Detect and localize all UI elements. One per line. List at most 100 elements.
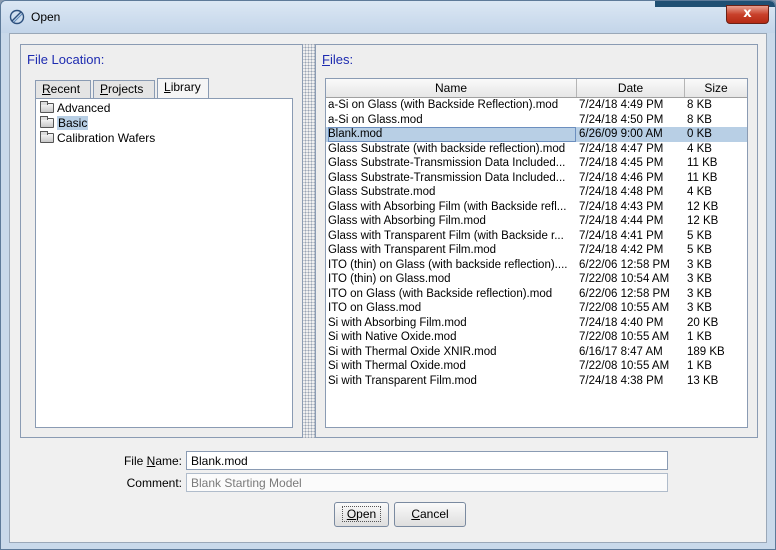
table-row[interactable]: a-Si on Glass.mod 7/24/18 4:50 PM 8 KB <box>326 113 747 128</box>
folder-icon <box>40 116 54 128</box>
size-cell: 4 KB <box>687 142 712 155</box>
file-name-input[interactable] <box>186 451 668 470</box>
table-row[interactable]: Si with Native Oxide.mod 7/22/08 10:55 AM… <box>326 330 747 345</box>
name-cell: Blank.mod <box>328 127 576 142</box>
table-row[interactable]: ITO on Glass (with Backside reflection).… <box>326 287 747 302</box>
tree-item-basic[interactable]: Basic <box>40 116 89 131</box>
date-cell: 7/24/18 4:47 PM <box>579 142 664 155</box>
table-row[interactable]: Glass Substrate.mod 7/24/18 4:48 PM 4 KB <box>326 185 747 200</box>
size-cell: 13 KB <box>687 374 719 387</box>
table-row[interactable]: ITO on Glass.mod 7/22/08 10:55 AM 3 KB <box>326 301 747 316</box>
name-cell: Glass Substrate-Transmission Data Includ… <box>328 157 566 169</box>
name-cell: Glass with Transparent Film.mod <box>328 244 497 256</box>
table-row[interactable]: Si with Thermal Oxide XNIR.mod 6/16/17 8:… <box>326 345 747 360</box>
name-cell: Si with Thermal Oxide.mod <box>328 360 466 372</box>
table-row[interactable]: Glass Substrate-Transmission Data Includ… <box>326 171 747 186</box>
name-cell: Glass with Absorbing Film (with Backside… <box>328 200 567 213</box>
date-cell: 7/22/08 10:55 AM <box>579 360 670 372</box>
name-cell: a-Si on Glass.mod <box>328 113 423 126</box>
date-cell: 7/24/18 4:45 PM <box>579 157 664 169</box>
date-cell: 7/22/08 10:55 AM <box>579 331 670 343</box>
close-icon: x <box>743 6 752 21</box>
date-cell: 6/22/06 12:58 PM <box>579 258 670 271</box>
window-title: Open <box>31 10 61 24</box>
table-row[interactable]: Glass with Transparent Film.mod 7/24/18 4… <box>326 243 747 258</box>
name-cell: ITO on Glass (with Backside reflection).… <box>328 287 553 300</box>
comment-input[interactable] <box>186 473 668 492</box>
size-cell: 11 KB <box>687 171 718 184</box>
tab-library[interactable]: Library <box>157 78 209 99</box>
table-row[interactable]: a-Si on Glass (with Backside Reflection)… <box>326 98 747 113</box>
size-cell: 12 KB <box>687 200 719 213</box>
name-cell: Glass with Absorbing Film.mod <box>328 215 486 227</box>
table-row[interactable]: Blank.mod 6/26/09 9:00 AM 0 KB <box>326 127 747 142</box>
size-cell: 1 KB <box>687 331 712 343</box>
date-cell: 7/22/08 10:55 AM <box>579 302 670 314</box>
size-cell: 0 KB <box>687 128 712 140</box>
table-row[interactable]: ITO (thin) on Glass.mod 7/22/08 10:54 AM 3… <box>326 272 747 287</box>
open-button[interactable]: Open <box>334 502 389 527</box>
name-cell: Si with Thermal Oxide XNIR.mod <box>328 345 497 358</box>
tree-item-advanced[interactable]: Advanced <box>40 101 110 116</box>
table-row[interactable]: Si with Absorbing Film.mod 7/24/18 4:40 P… <box>326 316 747 331</box>
size-cell: 20 KB <box>687 316 719 329</box>
name-cell: Glass Substrate (with backside reflectio… <box>328 142 566 155</box>
file-name-label: File Name: <box>123 454 182 468</box>
size-cell: 1 KB <box>687 360 712 372</box>
size-cell: 8 KB <box>687 99 712 111</box>
name-cell: ITO (thin) on Glass (with backside refle… <box>328 258 568 271</box>
column-header-name[interactable]: Name <box>326 79 577 97</box>
close-button[interactable]: x <box>726 5 769 24</box>
name-cell: Si with Absorbing Film.mod <box>328 316 467 329</box>
files-label: Files: <box>322 52 354 67</box>
pane-splitter[interactable] <box>303 44 315 438</box>
table-row[interactable]: Glass with Absorbing Film.mod 7/24/18 4:4… <box>326 214 747 229</box>
size-cell: 3 KB <box>687 273 712 285</box>
size-cell: 3 KB <box>687 258 712 271</box>
tab-projects[interactable]: Projects <box>93 80 155 98</box>
file-location-panel: File Location: Recent Projects Library A… <box>20 44 303 438</box>
table-row[interactable]: Si with Transparent Film.mod 7/24/18 4:38… <box>326 374 747 389</box>
name-cell: Si with Transparent Film.mod <box>328 374 477 387</box>
folder-icon <box>40 101 54 113</box>
title-bar[interactable]: Open x <box>1 1 775 33</box>
table-row[interactable]: ITO (thin) on Glass (with backside refle… <box>326 258 747 273</box>
table-row[interactable]: Glass with Transparent Film (with Backsi… <box>326 229 747 244</box>
table-row[interactable]: Glass Substrate-Transmission Data Includ… <box>326 156 747 171</box>
size-cell: 5 KB <box>687 229 712 242</box>
table-row[interactable]: Si with Thermal Oxide.mod 7/22/08 10:55 A… <box>326 359 747 374</box>
tab-recent[interactable]: Recent <box>35 80 91 98</box>
date-cell: 7/24/18 4:41 PM <box>579 229 664 242</box>
date-cell: 7/24/18 4:46 PM <box>579 171 664 184</box>
name-cell: a-Si on Glass (with Backside Reflection)… <box>328 99 559 111</box>
size-cell: 4 KB <box>687 186 712 198</box>
date-cell: 6/26/09 9:00 AM <box>579 128 663 140</box>
folder-icon <box>40 131 54 143</box>
column-header-size[interactable]: Size <box>685 79 747 97</box>
cancel-button[interactable]: Cancel <box>394 502 466 527</box>
date-cell: 7/22/08 10:54 AM <box>579 273 670 285</box>
table-row[interactable]: Glass Substrate (with backside reflectio… <box>326 142 747 157</box>
comment-label: Comment: <box>126 476 182 490</box>
open-dialog: Open x File Location: Recent Projects Li… <box>0 0 776 550</box>
table-header: Name Date Size <box>326 79 747 98</box>
dialog-body: File Location: Recent Projects Library A… <box>9 33 767 543</box>
table-row[interactable]: Glass with Absorbing Film (with Backside… <box>326 200 747 215</box>
date-cell: 7/24/18 4:42 PM <box>579 244 664 256</box>
name-cell: Glass Substrate.mod <box>328 186 436 198</box>
files-panel: Files: Name Date Size a-Si on Glass (wit… <box>315 44 758 438</box>
tree-item-calibration-wafers[interactable]: Calibration Wafers <box>40 131 155 146</box>
date-cell: 6/16/17 8:47 AM <box>579 345 663 358</box>
date-cell: 7/24/18 4:50 PM <box>579 113 664 126</box>
date-cell: 7/24/18 4:49 PM <box>579 99 664 111</box>
size-cell: 11 KB <box>687 157 718 169</box>
files-table: Name Date Size a-Si on Glass (with Backs… <box>325 78 748 428</box>
date-cell: 7/24/18 4:44 PM <box>579 215 664 227</box>
name-cell: Si with Native Oxide.mod <box>328 331 457 343</box>
size-cell: 12 KB <box>687 215 719 227</box>
name-cell: ITO (thin) on Glass.mod <box>328 273 451 285</box>
size-cell: 5 KB <box>687 244 712 256</box>
date-cell: 7/24/18 4:43 PM <box>579 200 664 213</box>
column-header-date[interactable]: Date <box>577 79 685 97</box>
size-cell: 8 KB <box>687 113 712 126</box>
